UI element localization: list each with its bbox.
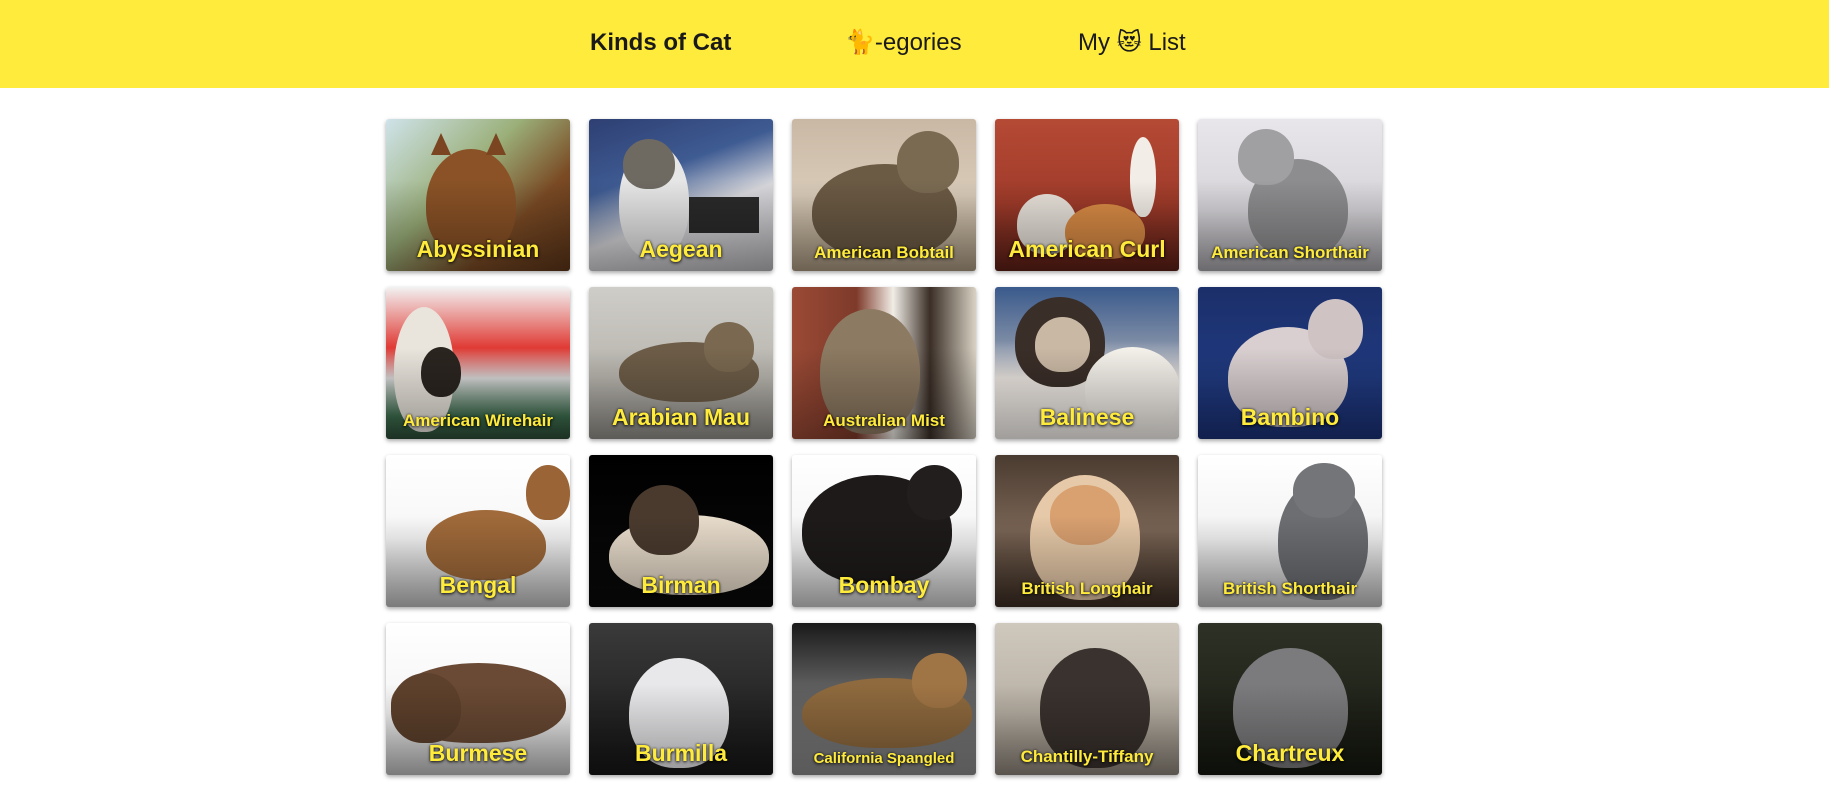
breed-name: Chartreux: [1235, 740, 1345, 766]
breed-name: Burmilla: [634, 740, 728, 766]
breed-card-birman[interactable]: Birman: [589, 455, 773, 607]
breed-name: British Shorthair: [1222, 579, 1358, 598]
breed-name: Chantilly-Tiffany: [1020, 747, 1154, 766]
breed-card-australian-mist[interactable]: Australian Mist: [792, 287, 976, 439]
breed-name: Birman: [641, 572, 721, 598]
top-nav-bar: Kinds of Cat 🐈-egories My 😻 List: [0, 0, 1829, 88]
breed-card-american-wirehair[interactable]: American Wirehair: [386, 287, 570, 439]
breed-card-bengal[interactable]: Bengal: [386, 455, 570, 607]
breed-name: American Shorthair: [1211, 243, 1369, 262]
breed-card-burmilla[interactable]: Burmilla: [589, 623, 773, 775]
breed-card-balinese[interactable]: Balinese: [995, 287, 1179, 439]
breed-card-chantilly-tiffany[interactable]: Chantilly-Tiffany: [995, 623, 1179, 775]
breed-card-abyssinian[interactable]: Abyssinian: [386, 119, 570, 271]
breed-name: Bengal: [439, 572, 517, 598]
breed-name: American Curl: [1008, 236, 1166, 262]
breed-card-california-spangled[interactable]: California Spangled: [792, 623, 976, 775]
breed-name: Balinese: [1039, 404, 1135, 430]
breed-name: Burmese: [428, 740, 528, 766]
breed-card-american-bobtail[interactable]: American Bobtail: [792, 119, 976, 271]
breed-card-bambino[interactable]: Bambino: [1198, 287, 1382, 439]
nav-categories-link[interactable]: 🐈-egories: [845, 26, 962, 60]
breed-card-burmese[interactable]: Burmese: [386, 623, 570, 775]
nav-brand-link[interactable]: Kinds of Cat: [590, 26, 731, 60]
breed-name: Bombay: [838, 572, 930, 598]
breed-grid: Abyssinian Aegean American Bobtail Ameri…: [386, 119, 1382, 775]
breed-card-british-shorthair[interactable]: British Shorthair: [1198, 455, 1382, 607]
breed-card-chartreux[interactable]: Chartreux: [1198, 623, 1382, 775]
breed-name: Bambino: [1240, 404, 1340, 430]
breed-card-bombay[interactable]: Bombay: [792, 455, 976, 607]
breed-card-british-longhair[interactable]: British Longhair: [995, 455, 1179, 607]
breed-name: Australian Mist: [823, 411, 945, 430]
breed-card-aegean[interactable]: Aegean: [589, 119, 773, 271]
nav-my-list-link[interactable]: My 😻 List: [1078, 26, 1186, 60]
breed-name: British Longhair: [1021, 579, 1153, 598]
breed-card-american-curl[interactable]: American Curl: [995, 119, 1179, 271]
breed-name: American Bobtail: [814, 243, 954, 262]
breed-name: Arabian Mau: [611, 404, 751, 430]
breed-name: Aegean: [639, 236, 723, 262]
breed-name: American Wirehair: [402, 411, 554, 430]
breed-name: California Spangled: [813, 750, 955, 767]
breed-card-american-shorthair[interactable]: American Shorthair: [1198, 119, 1382, 271]
breed-name: Abyssinian: [416, 236, 540, 262]
breed-card-arabian-mau[interactable]: Arabian Mau: [589, 287, 773, 439]
